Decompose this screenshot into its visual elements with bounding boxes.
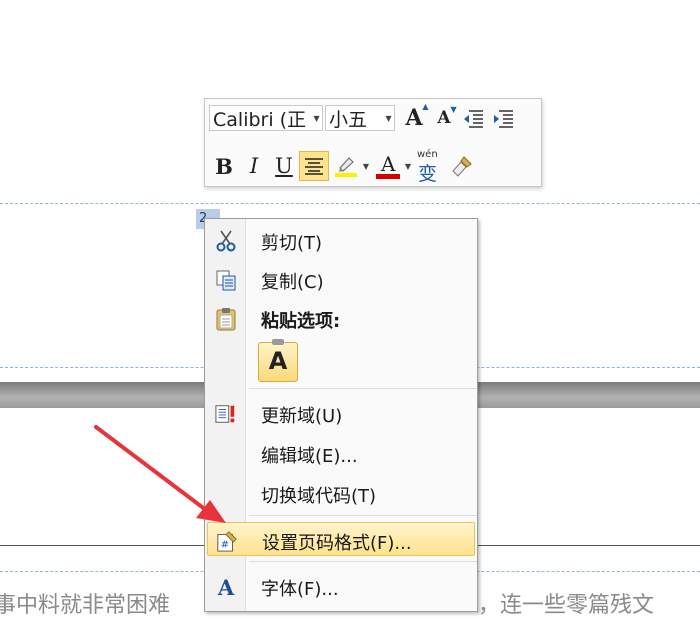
annotation-arrow [94, 425, 226, 523]
